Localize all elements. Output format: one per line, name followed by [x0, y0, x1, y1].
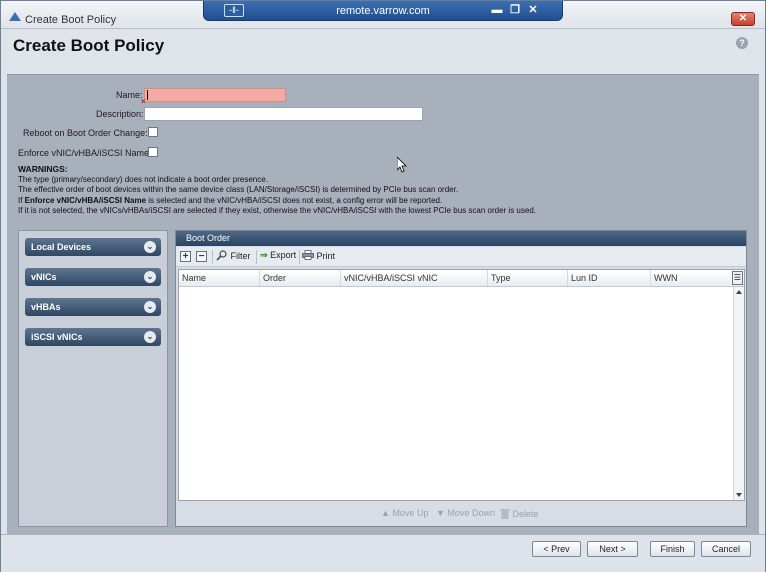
remote-close-icon[interactable]: ✕ — [526, 4, 540, 17]
filter-button[interactable]: Filter — [216, 250, 251, 264]
remote-restore-icon[interactable]: ❐ — [508, 4, 522, 17]
warning-text: If — [18, 195, 25, 205]
move-up-button[interactable]: ▲ Move Up — [381, 508, 428, 518]
wizard-footer: < Prev Next > Finish Cancel — [1, 534, 765, 572]
warning-line: If it is not selected, the vNICs/vHBAs/i… — [18, 206, 536, 215]
accordion-label: vNICs — [31, 272, 57, 282]
scroll-up-icon[interactable] — [736, 290, 742, 294]
column-header-name[interactable]: Name — [179, 270, 260, 286]
toolbar-divider — [212, 250, 213, 264]
enforce-label: Enforce vNIC/vHBA/iSCSI Name: — [18, 148, 152, 158]
scroll-down-icon[interactable] — [736, 493, 742, 497]
column-chooser-icon[interactable]: ☰ — [732, 271, 743, 285]
export-arrow-icon: ⇒ — [260, 250, 268, 260]
table-header: Name Order vNIC/vHBA/iSCSI vNIC Type Lun… — [179, 270, 744, 287]
heading-area: Create Boot Policy ? — [1, 30, 765, 74]
column-header-vnic[interactable]: vNIC/vHBA/iSCSI vNIC — [341, 270, 488, 286]
accordion-iscsi-vnics[interactable]: iSCSI vNICs ⌄ — [25, 328, 161, 346]
move-down-label: Move Down — [447, 508, 495, 518]
chevron-double-down-icon: ⌄ — [144, 301, 156, 313]
description-input[interactable] — [144, 107, 423, 121]
chevron-double-down-icon: ⌄ — [144, 241, 156, 253]
warning-line: If Enforce vNIC/vHBA/iSCSI Name is selec… — [18, 196, 536, 207]
up-triangle-icon: ▲ — [381, 508, 390, 518]
text-caret — [147, 90, 148, 100]
delete-label: Delete — [512, 509, 539, 519]
enforce-checkbox[interactable] — [148, 147, 158, 157]
warning-line: The type (primary/secondary) does not in… — [18, 174, 268, 184]
move-up-label: Move Up — [392, 508, 429, 518]
move-down-button[interactable]: ▼ Move Down — [436, 508, 495, 518]
prev-button[interactable]: < Prev — [532, 541, 581, 557]
down-triangle-icon: ▼ — [436, 508, 445, 518]
warnings-block: WARNINGS: The type (primary/secondary) d… — [18, 164, 536, 217]
boot-order-table: Name Order vNIC/vHBA/iSCSI vNIC Type Lun… — [178, 269, 745, 501]
export-label: Export — [270, 250, 297, 260]
table-scrollbar[interactable] — [733, 287, 744, 500]
reboot-checkbox[interactable] — [148, 127, 158, 137]
warning-emphasis: Enforce vNIC/vHBA/iSCSI Name — [24, 195, 147, 205]
boot-order-title: Boot Order — [186, 233, 231, 243]
description-label: Description: — [96, 109, 144, 119]
chevron-double-down-icon: ⌄ — [144, 271, 156, 283]
print-button[interactable]: Print — [302, 250, 335, 264]
column-header-order[interactable]: Order — [260, 270, 341, 286]
accordion-local-devices[interactable]: Local Devices ⌄ — [25, 238, 161, 256]
reboot-label: Reboot on Boot Order Change: — [23, 128, 148, 138]
delete-button[interactable]: Delete — [500, 508, 539, 519]
page-title: Create Boot Policy — [13, 36, 165, 55]
cancel-button[interactable]: Cancel — [701, 541, 751, 557]
warnings-title: WARNINGS: — [18, 164, 68, 174]
remove-icon[interactable]: − — [196, 251, 207, 262]
accordion-vhbas[interactable]: vHBAs ⌄ — [25, 298, 161, 316]
accordion-label: Local Devices — [31, 242, 92, 252]
add-icon[interactable]: + — [180, 251, 191, 262]
filter-label: Filter — [230, 251, 251, 261]
help-icon[interactable]: ? — [736, 37, 748, 49]
next-button[interactable]: Next > — [587, 541, 638, 557]
boot-order-header: Boot Order — [176, 231, 746, 246]
accordion-label: vHBAs — [31, 302, 61, 312]
boot-order-panel: Boot Order + − Filter ⇒ Export Print Nam… — [175, 230, 747, 527]
remote-session-bar: -‖- remote.varrow.com ▬ ❐ ✕ — [203, 1, 563, 21]
window-title: Create Boot Policy — [25, 14, 117, 26]
required-error-icon: × — [141, 97, 146, 106]
finish-button[interactable]: Finish — [650, 541, 695, 557]
boot-order-actions: ▲ Move Up ▼ Move Down Delete — [176, 505, 746, 525]
chevron-double-down-icon: ⌄ — [144, 331, 156, 343]
boot-order-toolbar: + − Filter ⇒ Export Print — [176, 247, 746, 267]
name-input[interactable] — [144, 88, 286, 102]
printer-icon — [302, 250, 314, 260]
warning-text: is selected and the vNIC/vHBA/iSCSI does… — [146, 195, 443, 205]
print-label: Print — [316, 251, 336, 261]
trash-icon — [500, 509, 510, 519]
warning-line: The effective order of boot devices with… — [18, 185, 459, 194]
filter-icon — [216, 250, 227, 261]
form-area: Name: × Description: Reboot on Boot Orde… — [7, 74, 759, 534]
column-header-type[interactable]: Type — [488, 270, 568, 286]
toolbar-divider — [299, 250, 300, 264]
export-button[interactable]: ⇒ Export — [260, 250, 296, 264]
create-boot-policy-window: Create Boot Policy ✕ -‖- remote.varrow.c… — [0, 0, 766, 572]
window-close-button[interactable]: ✕ — [731, 12, 755, 26]
column-header-lun-id[interactable]: Lun ID — [568, 270, 651, 286]
accordion-label: iSCSI vNICs — [31, 332, 83, 342]
name-label: Name: — [116, 90, 143, 100]
column-header-wwn[interactable]: WWN — [651, 270, 733, 286]
remote-minimize-icon[interactable]: ▬ — [490, 4, 504, 17]
device-accordion-panel: Local Devices ⌄ vNICs ⌄ vHBAs ⌄ iSCSI vN… — [18, 230, 168, 527]
app-logo-icon — [9, 12, 21, 21]
accordion-vnics[interactable]: vNICs ⌄ — [25, 268, 161, 286]
toolbar-divider — [256, 250, 257, 264]
